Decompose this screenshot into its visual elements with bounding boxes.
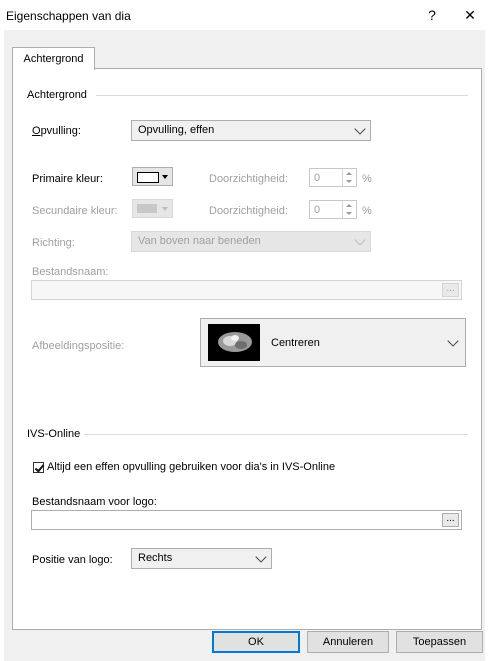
secondary-color-picker[interactable] — [132, 199, 173, 218]
spin-buttons[interactable] — [342, 201, 356, 218]
group-divider — [96, 95, 468, 96]
window-title: Eigenschappen van dia — [6, 9, 131, 23]
chevron-down-icon — [255, 550, 267, 563]
filename-input[interactable]: ... — [31, 280, 462, 300]
logo-filename-input[interactable]: ... — [31, 510, 462, 530]
close-button[interactable]: ✕ — [455, 4, 485, 26]
primary-color-picker[interactable] — [132, 167, 173, 186]
transparency-spinner-1[interactable]: 0 — [309, 168, 357, 187]
transparency-label-1: Doorzichtigheid: — [209, 173, 288, 185]
image-position-label: Afbeeldingspositie: — [32, 340, 125, 352]
image-preview-icon — [218, 332, 252, 352]
ok-button[interactable]: OK — [212, 631, 300, 653]
primary-color-label: Primaire kleur: — [32, 173, 103, 185]
logo-filename-label: Bestandsnaam voor logo: — [32, 496, 157, 508]
chevron-down-icon — [354, 122, 366, 135]
group-heading-ivs-online: IVS-Online — [27, 428, 81, 440]
ivs-solid-fill-checkbox[interactable] — [33, 462, 45, 473]
secondary-color-swatch — [137, 204, 157, 213]
chevron-down-icon — [354, 233, 366, 246]
group-divider — [84, 434, 468, 435]
group-heading-achtergrond: Achtergrond — [27, 89, 87, 101]
percent-label-1: % — [362, 173, 372, 185]
direction-dropdown-value: Van boven naar beneden — [138, 235, 261, 247]
fill-label-text: pvulling: — [40, 125, 81, 137]
secondary-color-label: Secundaire kleur: — [32, 205, 118, 217]
primary-color-swatch — [137, 172, 159, 183]
ivs-solid-fill-label[interactable]: Altijd een effen opvulling gebruiken voo… — [47, 461, 335, 473]
checkmark-icon — [34, 462, 45, 473]
transparency-label-2: Doorzichtigheid: — [209, 205, 288, 217]
tab-achtergrond[interactable]: Achtergrond — [12, 47, 95, 70]
spin-buttons[interactable] — [342, 169, 356, 186]
transparency-value-2: 0 — [314, 204, 321, 216]
image-position-value: Centreren — [271, 337, 320, 349]
apply-button[interactable]: Toepassen — [396, 631, 483, 653]
image-position-dropdown[interactable]: Centreren — [200, 318, 466, 367]
cancel-button[interactable]: Annuleren — [307, 631, 389, 653]
logo-position-dropdown[interactable]: Rechts — [131, 548, 272, 569]
logo-position-value: Rechts — [138, 552, 173, 564]
logo-position-label: Positie van logo: — [32, 554, 113, 566]
help-button[interactable]: ? — [417, 4, 447, 26]
close-icon: ✕ — [464, 7, 476, 23]
browse-button[interactable]: ... — [442, 283, 459, 297]
spin-down-icon — [346, 180, 352, 183]
fill-dropdown-value: Opvulling, effen — [138, 124, 215, 136]
filename-label: Bestandsnaam: — [32, 266, 109, 278]
chevron-down-icon — [447, 335, 459, 347]
logo-browse-button[interactable]: ... — [442, 513, 459, 527]
transparency-value-1: 0 — [314, 172, 321, 184]
direction-dropdown[interactable]: Van boven naar beneden — [131, 231, 371, 252]
direction-label: Richting: — [32, 237, 75, 249]
fill-dropdown[interactable]: Opvulling, effen — [131, 120, 371, 141]
spin-up-icon — [346, 204, 352, 207]
caret-down-icon — [162, 207, 168, 211]
transparency-spinner-2[interactable]: 0 — [309, 200, 357, 219]
caret-down-icon — [162, 175, 168, 179]
image-thumbnail — [208, 324, 260, 361]
percent-label-2: % — [362, 205, 372, 217]
fill-label: Opvulling: — [32, 125, 81, 137]
spin-down-icon — [346, 212, 352, 215]
spin-up-icon — [346, 172, 352, 175]
